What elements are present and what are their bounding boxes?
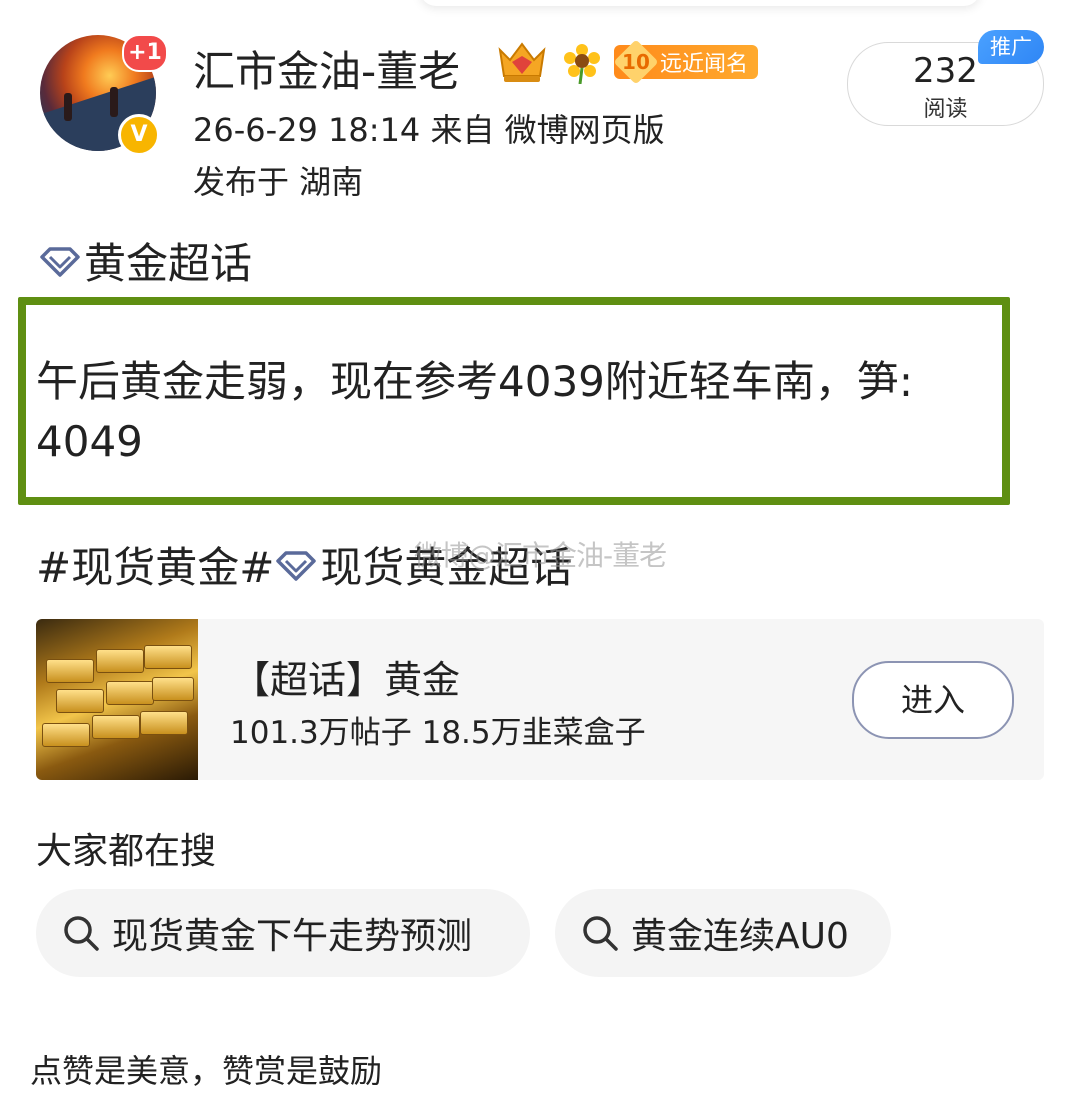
search-section-title: 大家都在搜 xyxy=(36,831,217,872)
hashtag-link[interactable]: #现货黄金# xyxy=(36,534,274,595)
enter-button[interactable]: 进入 xyxy=(852,661,1014,739)
fame-badge[interactable]: 10 远近闻名 xyxy=(613,39,759,85)
search-suggestion-label: 黄金连续AU0 xyxy=(631,916,849,957)
fame-badge-label: 远近闻名 xyxy=(660,52,749,77)
post-text: 午后黄金走弱，现在参考4039附近轻车南，笋: 4049 xyxy=(36,357,914,466)
search-suggestion[interactable]: 黄金连续AU0 xyxy=(555,889,891,977)
search-suggestion-label: 现货黄金下午走势预测 xyxy=(112,916,473,957)
card-stats: 101.3万帖子 18.5万韭菜盒子 xyxy=(230,715,646,751)
top-sheet-edge xyxy=(420,0,980,6)
search-icon xyxy=(583,916,618,951)
post-meta: 26-6-29 18:14 来自 微博网页版 xyxy=(193,111,665,149)
post-location: 发布于 湖南 xyxy=(193,163,364,201)
reward-slogan: 点赞是美意，赞赏是鼓励 xyxy=(30,1052,383,1090)
avatar-figure xyxy=(110,87,118,117)
search-icon xyxy=(64,916,99,951)
read-label: 阅读 xyxy=(923,97,968,122)
promo-badge[interactable]: 推广 xyxy=(978,30,1044,64)
plus-one-badge[interactable]: +1 xyxy=(122,34,168,72)
crown-medal-icon[interactable] xyxy=(494,40,550,84)
diamond-icon xyxy=(40,246,80,277)
topic-link[interactable]: 黄金超话 xyxy=(38,230,252,291)
super-topic-card[interactable]: 【超话】黄金 101.3万帖子 18.5万韭菜盒子 进入 xyxy=(36,619,1044,780)
avatar-figure xyxy=(64,93,72,121)
topic-label: 黄金超话 xyxy=(84,239,253,288)
sunflower-icon[interactable] xyxy=(562,42,602,84)
username[interactable]: 汇市金油-董老 xyxy=(193,38,460,99)
weibo-post-page: +1 V 汇市金油-董老 10 远近闻名 26-6-29 18:14 来自 微博… xyxy=(0,0,1080,1098)
search-suggestion[interactable]: 现货黄金下午走势预测 xyxy=(36,889,530,977)
fame-level-icon: 10 xyxy=(613,39,659,85)
gold-bars-image xyxy=(36,619,198,780)
watermark: 微博@汇市金油-董老 xyxy=(414,539,667,572)
diamond-icon xyxy=(276,550,317,581)
verified-icon: V xyxy=(118,114,160,156)
card-title: 【超话】黄金 xyxy=(232,658,461,702)
